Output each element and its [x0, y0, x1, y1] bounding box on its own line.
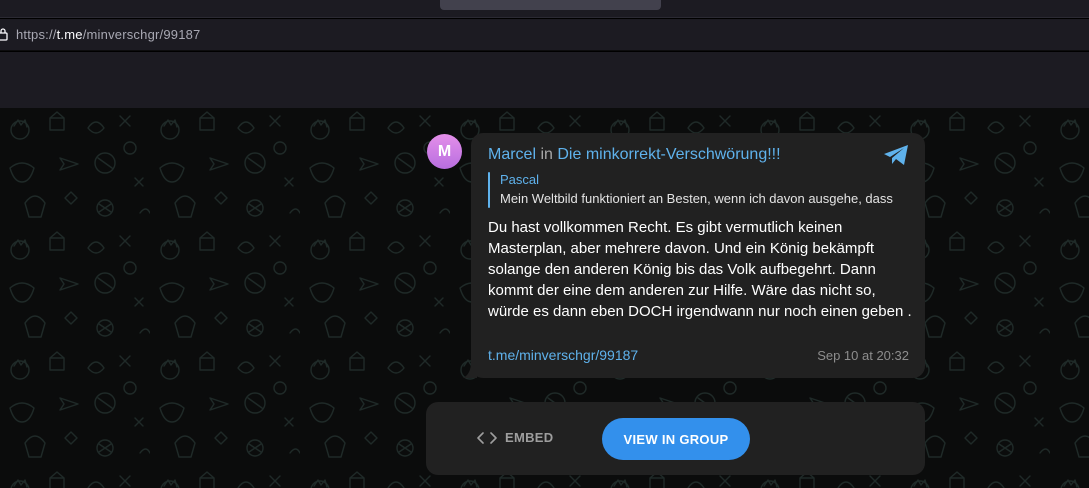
bubble-tail	[463, 362, 477, 378]
browser-toolbar	[0, 52, 1089, 108]
lock-icon	[0, 28, 8, 41]
author-separator: in	[540, 146, 553, 163]
reply-text[interactable]: Mein Weltbild funktioniert an Besten, we…	[500, 191, 910, 206]
view-in-group-label: VIEW IN GROUP	[623, 431, 729, 447]
post-author-line[interactable]: Marcel in Die minkorrekt-Verschwörung!!!	[488, 146, 781, 164]
post-link[interactable]: t.me/minverschgr/99187	[488, 347, 638, 363]
reply-author[interactable]: Pascal	[500, 172, 539, 187]
url-text[interactable]: https://t.me/minverschgr/99187	[16, 27, 201, 42]
embed-button[interactable]: EMBED	[477, 430, 553, 445]
post-timestamp: Sep 10 at 20:32	[817, 348, 909, 363]
avatar-letter: M	[437, 142, 452, 160]
address-bar[interactable]: https://t.me/minverschgr/99187	[0, 19, 1089, 51]
reply-quote-bar	[488, 172, 490, 208]
author-name[interactable]: Marcel	[488, 146, 536, 163]
view-in-group-button[interactable]: VIEW IN GROUP	[602, 418, 750, 460]
message-text: Du hast vollkommen Recht. Es gibt vermut…	[488, 219, 912, 320]
telegram-icon[interactable]	[882, 143, 910, 167]
avatar[interactable]: M	[427, 134, 462, 169]
url-domain: t.me	[56, 27, 83, 42]
url-scheme: https://	[16, 27, 57, 42]
browser-tabstrip	[0, 0, 1089, 18]
url-path: /minverschgr/99187	[82, 27, 201, 42]
browser-tab[interactable]	[440, 0, 661, 10]
group-name[interactable]: Die minkorrekt-Verschwörung!!!	[557, 146, 780, 163]
embed-label: EMBED	[505, 430, 554, 445]
code-icon	[477, 431, 497, 444]
